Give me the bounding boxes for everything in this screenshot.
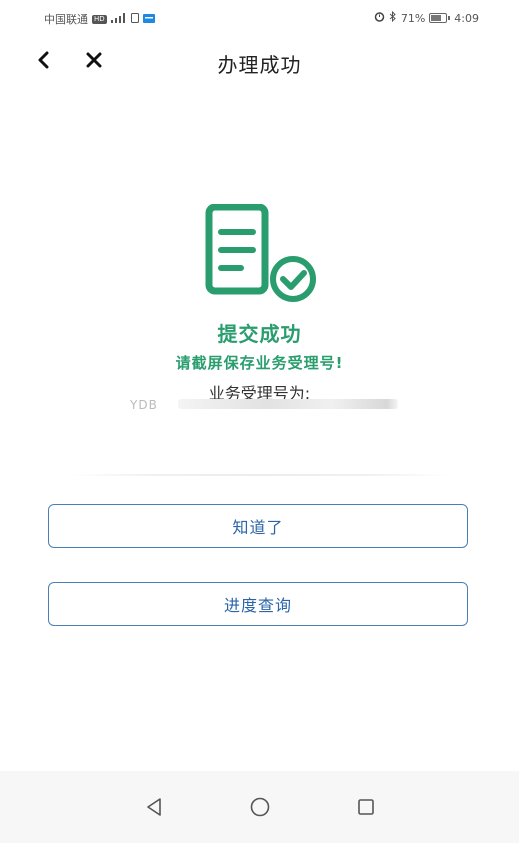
- square-recent-icon: [358, 799, 374, 815]
- progress-query-button[interactable]: 进度查询: [48, 582, 468, 626]
- carrier-name: 中国联通: [44, 13, 88, 26]
- sim-icon: [130, 12, 139, 26]
- status-bar: 中国联通 HD 71% 4:09: [0, 0, 519, 34]
- status-left: 中国联通 HD: [44, 11, 155, 27]
- receipt-redacted: [178, 399, 398, 409]
- alarm-icon: [374, 11, 385, 25]
- receipt-number: YDB: [130, 396, 400, 414]
- title-bar: 办理成功: [0, 38, 519, 84]
- battery-icon: [429, 13, 451, 23]
- success-title: 提交成功: [217, 322, 302, 346]
- receipt-prefix: YDB: [130, 398, 158, 412]
- page-title: 办理成功: [217, 53, 302, 77]
- hd-badge: HD: [92, 14, 107, 24]
- battery-level: [431, 15, 442, 21]
- ok-button[interactable]: 知道了: [48, 504, 468, 548]
- notification-icon: [142, 13, 155, 26]
- bluetooth-icon: [389, 10, 397, 25]
- battery-percent: 71%: [400, 11, 426, 25]
- system-back-button[interactable]: [134, 787, 174, 827]
- progress-query-button-label: 进度查询: [223, 596, 292, 615]
- document-check-icon: [205, 204, 316, 302]
- circle-home-icon: [250, 797, 270, 817]
- clock: 4:09: [454, 11, 479, 25]
- divider: [70, 474, 450, 476]
- signal-icon: [110, 12, 127, 26]
- status-right: 71% 4:09: [374, 10, 479, 25]
- system-recent-button[interactable]: [346, 787, 386, 827]
- ok-button-label: 知道了: [232, 518, 284, 537]
- system-nav-bar: [0, 771, 519, 843]
- screen: 中国联通 HD 71% 4:09 办理成功 提交成功 请截屏保存业务受理号! 业…: [0, 0, 519, 843]
- triangle-back-icon: [147, 798, 161, 816]
- system-home-button[interactable]: [240, 787, 280, 827]
- screenshot-hint: 请截屏保存业务受理号!: [175, 354, 344, 372]
